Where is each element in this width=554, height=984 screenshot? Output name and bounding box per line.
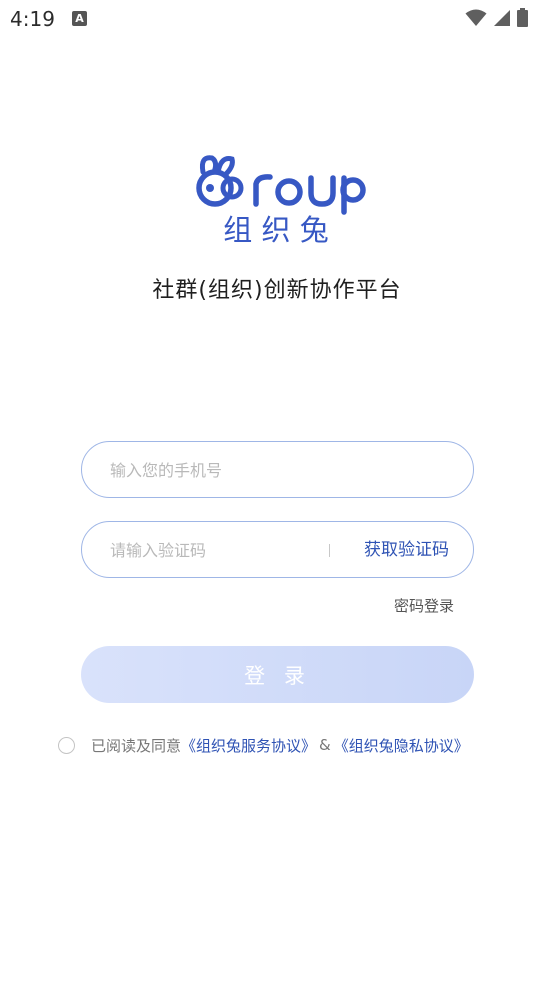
status-indicators (465, 8, 528, 27)
phone-field[interactable] (81, 441, 474, 499)
password-login-link[interactable]: 密码登录 (394, 595, 454, 616)
slogan: 社群(组织)创新协作平台 (152, 278, 402, 303)
login-button[interactable]: 登 录 (81, 646, 474, 703)
cellular-signal-icon (494, 10, 510, 26)
phone-input[interactable] (108, 442, 452, 499)
get-code-button[interactable]: 获取验证码 (364, 522, 449, 577)
wifi-icon (465, 9, 487, 26)
verification-code-field[interactable]: 获取验证码 (81, 521, 474, 579)
group-rabbit-logo-icon: 组 织 兔 (196, 155, 366, 247)
logo-chinese-name: 组 织 兔 (223, 213, 328, 247)
app-logo: 组 织 兔 (188, 150, 368, 250)
battery-icon (517, 8, 528, 27)
code-divider (329, 544, 330, 557)
status-bar: 4:19 A (0, 0, 554, 40)
status-time: 4:19 (10, 7, 55, 31)
verification-code-input[interactable] (108, 522, 322, 579)
service-agreement-link[interactable]: 《组织兔服务协议》 (181, 735, 316, 756)
notification-a-icon: A (72, 11, 87, 26)
agreement-row: 已阅读及同意 《组织兔服务协议》 & 《组织兔隐私协议》 (58, 734, 469, 756)
agreement-amp: & (319, 736, 331, 754)
agreement-checkbox[interactable] (58, 736, 75, 754)
privacy-agreement-link[interactable]: 《组织兔隐私协议》 (334, 735, 469, 756)
agreement-prefix: 已阅读及同意 (91, 736, 182, 755)
